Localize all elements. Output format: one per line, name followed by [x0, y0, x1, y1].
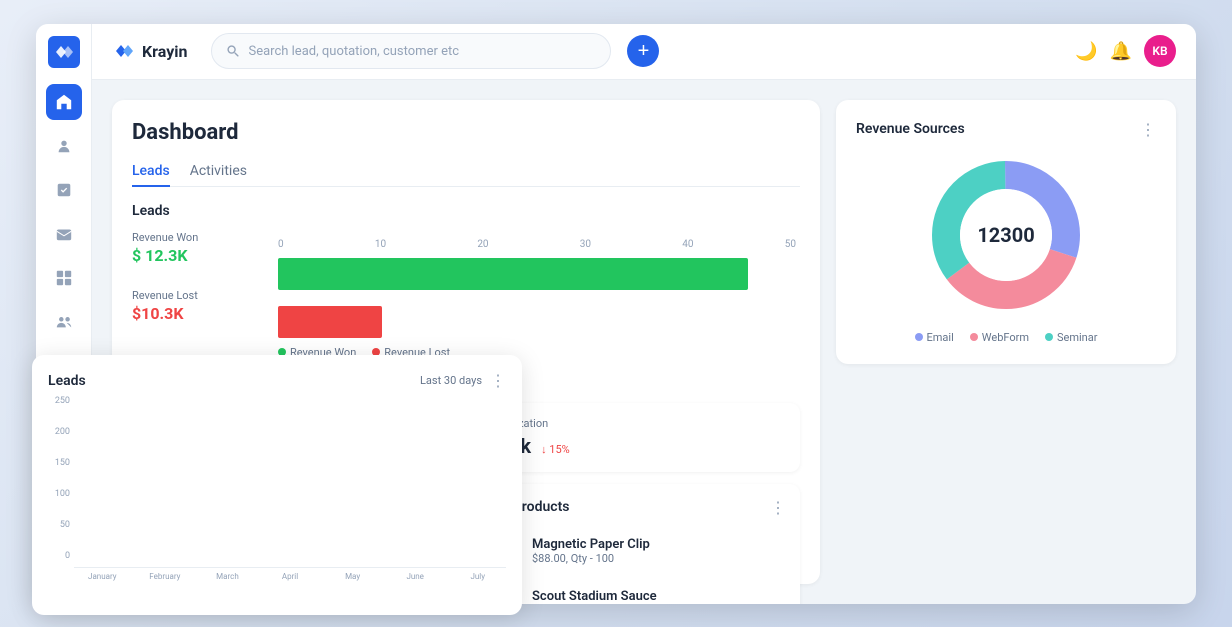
- revenue-sources-more-icon[interactable]: ⋮: [1140, 120, 1156, 139]
- donut-center-value: 12300: [977, 223, 1034, 247]
- page-title: Dashboard: [132, 120, 800, 145]
- app-name: Krayin: [142, 42, 187, 61]
- org-change: ↓ 15%: [541, 443, 570, 456]
- bar-label-1: February: [137, 572, 194, 581]
- topbar-actions: 🌙 🔔 KB: [1075, 35, 1176, 67]
- notifications-icon[interactable]: 🔔: [1110, 41, 1132, 62]
- right-panel: Revenue Sources ⋮: [836, 100, 1176, 584]
- search-placeholder: Search lead, quotation, customer etc: [248, 44, 459, 59]
- floating-leads-title: Leads: [48, 373, 86, 389]
- revenue-won-label: Revenue Won: [132, 231, 262, 244]
- donut-chart: 12300: [926, 155, 1086, 315]
- theme-toggle-icon[interactable]: 🌙: [1075, 41, 1097, 62]
- floating-leads-period: Last 30 days: [420, 374, 482, 387]
- product-name-1: Scout Stadium Sauce: [532, 589, 657, 604]
- bar-label-5: June: [387, 572, 444, 581]
- legend-webform-dot: [970, 333, 978, 341]
- y-axis: 250200150100500: [48, 396, 70, 581]
- legend-seminar-dot: [1045, 333, 1053, 341]
- org-label: Organization: [486, 417, 786, 430]
- floating-leads-card: Leads Last 30 days ⋮ 250200150100500 Jan…: [32, 355, 522, 615]
- donut-container: 12300: [856, 155, 1156, 315]
- sidebar-item-mail[interactable]: [46, 216, 82, 252]
- search-bar[interactable]: Search lead, quotation, customer etc: [211, 33, 611, 69]
- bar-label-3: April: [262, 572, 319, 581]
- product-info-0: Magnetic Paper Clip $88.00, Qty - 100: [532, 537, 650, 565]
- sidebar-item-users[interactable]: [46, 304, 82, 340]
- app-logo[interactable]: [48, 36, 80, 68]
- floating-leads-more-icon[interactable]: ⋮: [490, 371, 506, 390]
- topbar-logo: Krayin: [112, 39, 187, 63]
- product-info-1: Scout Stadium Sauce: [532, 589, 657, 604]
- leads-section-title: Leads: [132, 203, 800, 219]
- donut-legend: Email WebForm Seminar: [856, 331, 1156, 344]
- tabs: Leads Activities: [132, 157, 800, 187]
- bar-label-0: January: [74, 572, 131, 581]
- product-item-0: 📎 Magnetic Paper Clip $88.00, Qty - 100: [486, 533, 786, 569]
- legend-seminar-label: Seminar: [1057, 331, 1097, 344]
- h-bar-tick-labels: 01020304050: [278, 239, 800, 250]
- legend-email-dot: [915, 333, 923, 341]
- bar-won: [278, 258, 748, 290]
- revenue-sources-title: Revenue Sources: [856, 121, 965, 137]
- sidebar-item-tasks[interactable]: [46, 172, 82, 208]
- legend-email-label: Email: [927, 331, 954, 344]
- revenue-lost-label: Revenue Lost: [132, 289, 262, 302]
- bar-chart-area: January February March April May June July: [74, 396, 506, 581]
- revenue-sources-card: Revenue Sources ⋮: [836, 100, 1176, 364]
- floating-leads-chart: 250200150100500 January February March Apri…: [48, 396, 506, 581]
- bar-label-2: March: [199, 572, 256, 581]
- sidebar-item-products[interactable]: [46, 260, 82, 296]
- product-price-0: $88.00, Qty - 100: [532, 552, 650, 565]
- bar-lost: [278, 306, 382, 338]
- revenue-lost-value: $10.3K: [132, 304, 262, 323]
- tab-leads[interactable]: Leads: [132, 157, 170, 187]
- sidebar-item-dashboard[interactable]: [46, 84, 82, 120]
- bar-label-6: July: [449, 572, 506, 581]
- product-name-0: Magnetic Paper Clip: [532, 537, 650, 552]
- search-icon: [226, 44, 240, 58]
- topbar: Krayin Search lead, quotation, customer …: [92, 24, 1196, 80]
- legend-webform-label: WebForm: [982, 331, 1029, 344]
- user-avatar[interactable]: KB: [1144, 35, 1176, 67]
- add-button[interactable]: +: [627, 35, 659, 67]
- top-products-more-icon[interactable]: ⋮: [770, 498, 786, 517]
- sidebar-item-contacts[interactable]: [46, 128, 82, 164]
- product-item-1: 🍶 Scout Stadium Sauce: [486, 579, 786, 604]
- tab-activities[interactable]: Activities: [190, 157, 247, 187]
- revenue-won-value: $ 12.3K: [132, 246, 262, 265]
- bar-label-4: May: [324, 572, 381, 581]
